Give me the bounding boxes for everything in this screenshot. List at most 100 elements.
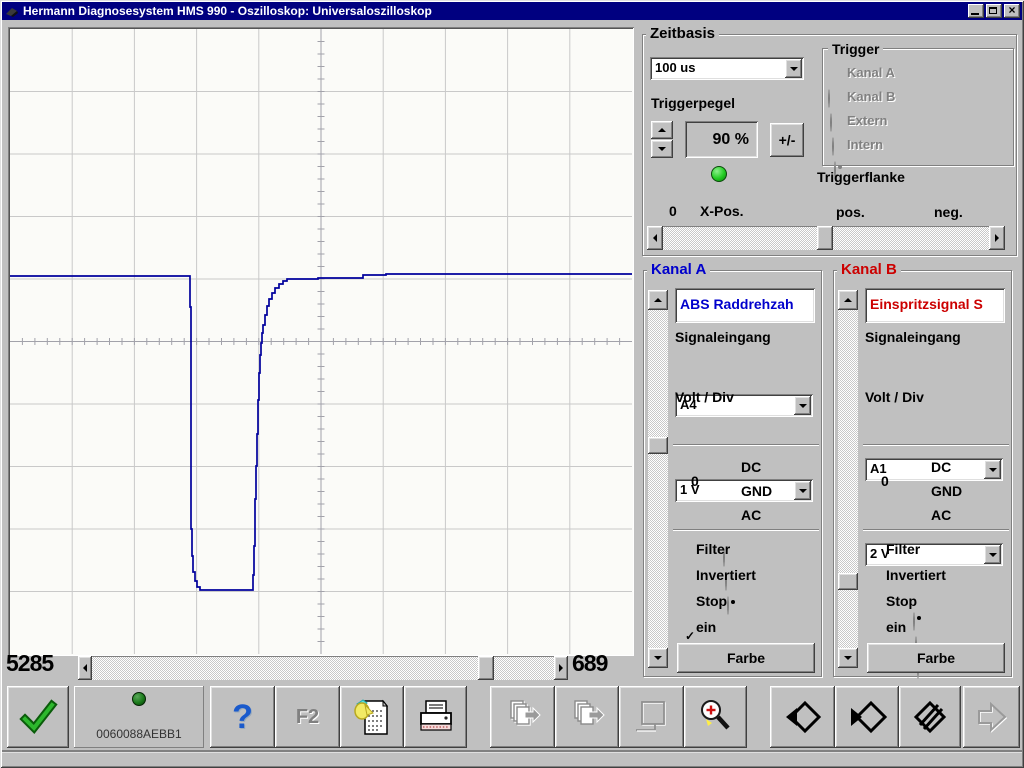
trigger-level-down-button[interactable] bbox=[651, 140, 673, 158]
next-record-button[interactable] bbox=[835, 686, 899, 748]
trigger-extern-radio bbox=[832, 137, 834, 156]
trigger-level-sign-button[interactable]: +/- bbox=[770, 123, 804, 157]
channel-b-scroll-up-button[interactable] bbox=[838, 290, 858, 310]
device-status-panel: 0060088AEBB1 bbox=[74, 686, 204, 748]
channel-b-color-button[interactable]: Farbe bbox=[867, 643, 1005, 673]
channel-b-scroll-down-button[interactable] bbox=[838, 648, 858, 668]
trigger-led bbox=[711, 166, 727, 182]
channel-a-ac-radio[interactable] bbox=[727, 596, 729, 615]
print-button[interactable] bbox=[404, 686, 467, 748]
chevron-down-icon bbox=[789, 66, 798, 71]
channel-a-scroll-up-button[interactable] bbox=[648, 290, 668, 310]
channel-b-stop-label: Stop bbox=[886, 593, 918, 609]
channel-a-signal-name-field[interactable]: ABS Raddrehzah bbox=[675, 288, 815, 323]
channel-a-caption: Kanal A bbox=[647, 261, 711, 278]
help-button[interactable]: ? bbox=[210, 686, 275, 748]
channel-a-divider-2 bbox=[673, 529, 819, 531]
status-strip bbox=[2, 752, 1022, 766]
report-button[interactable] bbox=[340, 686, 404, 748]
channel-b-volt-label: Volt / Div bbox=[865, 389, 924, 405]
prev-record-button[interactable] bbox=[770, 686, 835, 748]
trigger-kanal-a-label: Kanal A bbox=[847, 65, 895, 80]
trigger-level-value: 90 % bbox=[685, 121, 758, 158]
edge-pos-label: pos. bbox=[836, 204, 865, 220]
channel-a-offset-scrollbar[interactable] bbox=[648, 290, 668, 668]
channel-a-scroll-down-button[interactable] bbox=[648, 648, 668, 668]
edge-neg-label: neg. bbox=[934, 204, 963, 220]
trigger-kanal-a-radio bbox=[828, 89, 830, 108]
xpos-slider-left-button[interactable] bbox=[647, 226, 663, 250]
chevron-down-icon bbox=[988, 552, 997, 557]
hscroll-right-button[interactable] bbox=[554, 656, 568, 680]
channel-b-zero-label: 0 bbox=[881, 473, 889, 489]
trigger-level-label: Triggerpegel bbox=[651, 95, 736, 111]
hscroll-thumb[interactable] bbox=[478, 656, 494, 680]
channel-a-color-button[interactable]: Farbe bbox=[677, 643, 815, 673]
page-forward-alt-button bbox=[555, 686, 619, 748]
scope-display bbox=[8, 27, 634, 656]
channel-b-on-label: ein bbox=[886, 619, 907, 635]
page-forward-button bbox=[490, 686, 555, 748]
arrow-down-icon bbox=[844, 656, 852, 660]
confirm-button[interactable] bbox=[7, 686, 69, 748]
channel-a-on-label: ein bbox=[696, 619, 717, 635]
channel-a-invert-label: Invertiert bbox=[696, 567, 756, 583]
channel-b-divider-2 bbox=[863, 529, 1009, 531]
channel-b-scroll-thumb[interactable] bbox=[838, 573, 858, 590]
arrow-up-icon bbox=[654, 298, 662, 302]
trigger-kanal-b-label: Kanal B bbox=[847, 89, 896, 104]
channel-b-offset-scrollbar[interactable] bbox=[838, 290, 858, 668]
compare-button[interactable] bbox=[899, 686, 961, 748]
channel-a-zero-label: 0 bbox=[691, 473, 699, 489]
hscroll-left-button[interactable] bbox=[78, 656, 92, 680]
channel-b-input-dropdown-button[interactable] bbox=[984, 460, 1001, 479]
exit-arrow-icon bbox=[977, 701, 1007, 733]
channel-a-volt-dropdown-button[interactable] bbox=[794, 481, 811, 500]
channel-b-filter-label: Filter bbox=[886, 541, 921, 557]
diamond-next-icon bbox=[851, 700, 887, 734]
window-frame-icon bbox=[635, 701, 666, 732]
application-window: Hermann Diagnosesystem HMS 990 - Oszillo… bbox=[0, 0, 1024, 768]
chevron-down-icon bbox=[798, 403, 807, 408]
chevron-down-icon bbox=[798, 488, 807, 493]
checkmark-icon bbox=[19, 699, 58, 735]
f2-button: F2 bbox=[275, 686, 340, 748]
channel-a-ac-label: AC bbox=[741, 507, 762, 523]
exit-button bbox=[963, 686, 1020, 748]
xpos-slider-right-button[interactable] bbox=[989, 226, 1005, 250]
device-id: 0060088AEBB1 bbox=[96, 727, 182, 741]
xpos-label: X-Pos. bbox=[700, 203, 744, 219]
xpos-slider[interactable] bbox=[647, 226, 1005, 250]
arrow-up-icon bbox=[844, 298, 852, 302]
channel-a-gnd-label: GND bbox=[741, 483, 773, 499]
arrow-up-icon bbox=[658, 128, 666, 132]
arrow-down-icon bbox=[658, 147, 666, 151]
channel-a-input-dropdown-button[interactable] bbox=[794, 396, 811, 415]
channel-b-invert-label: Invertiert bbox=[886, 567, 946, 583]
channel-b-gnd-label: GND bbox=[931, 483, 963, 499]
channel-b-dc-radio[interactable] bbox=[913, 612, 915, 631]
hatched-diamond-icon bbox=[913, 700, 947, 734]
channel-a-dc-label: DC bbox=[741, 459, 762, 475]
timebase-select[interactable]: 100 us bbox=[650, 57, 804, 80]
timebase-dropdown-button[interactable] bbox=[785, 59, 802, 78]
trigger-level-up-button[interactable] bbox=[651, 121, 673, 139]
channel-a-scroll-thumb[interactable] bbox=[648, 437, 668, 454]
channel-b-volt-dropdown-button[interactable] bbox=[984, 545, 1001, 564]
horizontal-scrollbar[interactable] bbox=[78, 656, 568, 680]
pages-arrow-icon bbox=[574, 700, 605, 725]
minimize-button[interactable] bbox=[968, 4, 984, 18]
zoom-button[interactable] bbox=[684, 686, 747, 748]
close-button[interactable]: × bbox=[1004, 3, 1020, 18]
channel-b-divider-1 bbox=[863, 444, 1009, 446]
timebase-value: 100 us bbox=[655, 60, 696, 75]
channel-a-filter-label: Filter bbox=[696, 541, 731, 557]
restore-button[interactable] bbox=[986, 4, 1002, 18]
xpos-slider-thumb[interactable] bbox=[817, 226, 833, 250]
channel-b-signal-name-field[interactable]: Einspritzsignal S bbox=[865, 288, 1005, 323]
channel-b-dc-label: DC bbox=[931, 459, 952, 475]
app-icon bbox=[6, 8, 18, 17]
channel-a-stop-label: Stop bbox=[696, 593, 728, 609]
channel-a-input-label: Signaleingang bbox=[675, 329, 771, 345]
trigger-extern-label: Extern bbox=[847, 113, 888, 128]
